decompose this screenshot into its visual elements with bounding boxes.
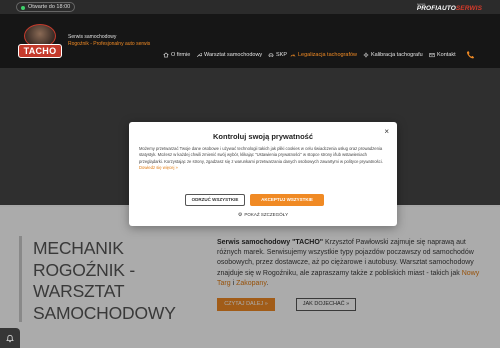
home-icon: [163, 52, 169, 58]
notification-button[interactable]: [0, 328, 20, 348]
show-details-toggle[interactable]: ⚙ POKAŻ SZCZEGÓŁY: [129, 212, 397, 218]
accept-all-button[interactable]: AKCEPTUJ WSZYSTKIE: [250, 194, 324, 206]
partner-logo-subtitle: serwis: [416, 2, 426, 6]
profiauto-partner-logo[interactable]: serwis PROFIAUTOSERWIS: [417, 2, 482, 12]
phone-icon[interactable]: [466, 50, 475, 59]
brand-tagline-line1: Serwis samochodowy: [68, 34, 117, 40]
car-icon: [268, 53, 274, 58]
dialog-body: Możemy przetwarzać Twoje dane osobowe i …: [139, 146, 383, 170]
wrench-icon: [196, 53, 202, 58]
nav-item-legalizacja[interactable]: Legalizacja tachografów: [290, 52, 357, 58]
mail-icon: [429, 53, 435, 58]
close-icon[interactable]: ×: [384, 128, 389, 136]
site-header: TACHO Serwis samochodowy Rogoźnik - Prof…: [0, 14, 500, 68]
opening-hours-text: Otwarte do 18:00: [28, 4, 71, 10]
logo-text: TACHO: [18, 44, 62, 58]
top-bar: Otwarte do 18:00 serwis PROFIAUTOSERWIS: [0, 0, 500, 14]
nav-item-o-firmie[interactable]: O firmie: [163, 52, 190, 58]
reject-all-button[interactable]: ODRZUĆ WSZYSTKIE: [185, 194, 245, 206]
dialog-title: Kontroluj swoją prywatność: [212, 132, 313, 141]
cookie-consent-dialog: Kontroluj swoją prywatność × Możemy prze…: [129, 122, 397, 226]
nav-item-kalibracja[interactable]: Kalibracja tachografu: [363, 52, 423, 58]
partner-logo-text: PROFIAUTOSERWIS: [416, 5, 482, 12]
settings-icon: [363, 52, 369, 58]
open-status-dot-icon: [21, 5, 25, 10]
tacho-logo[interactable]: TACHO: [18, 24, 62, 62]
gauge-icon: [290, 54, 296, 57]
bell-icon: [6, 334, 14, 342]
nav-item-skp[interactable]: SKP: [268, 52, 287, 58]
opening-hours-badge: Otwarte do 18:00: [16, 2, 76, 12]
gear-icon: ⚙: [237, 212, 243, 218]
brand-tagline-line2: Rogoźnik - Profesjonalny auto serwis: [68, 41, 151, 47]
nav-item-warsztat[interactable]: Warsztat samochodowy: [196, 52, 262, 58]
nav-item-kontakt[interactable]: Kontakt: [429, 52, 456, 58]
brand-tagline: Serwis samochodowy Rogoźnik - Profesjona…: [68, 34, 168, 48]
learn-more-link[interactable]: Dowiedz się więcej »: [139, 165, 178, 170]
